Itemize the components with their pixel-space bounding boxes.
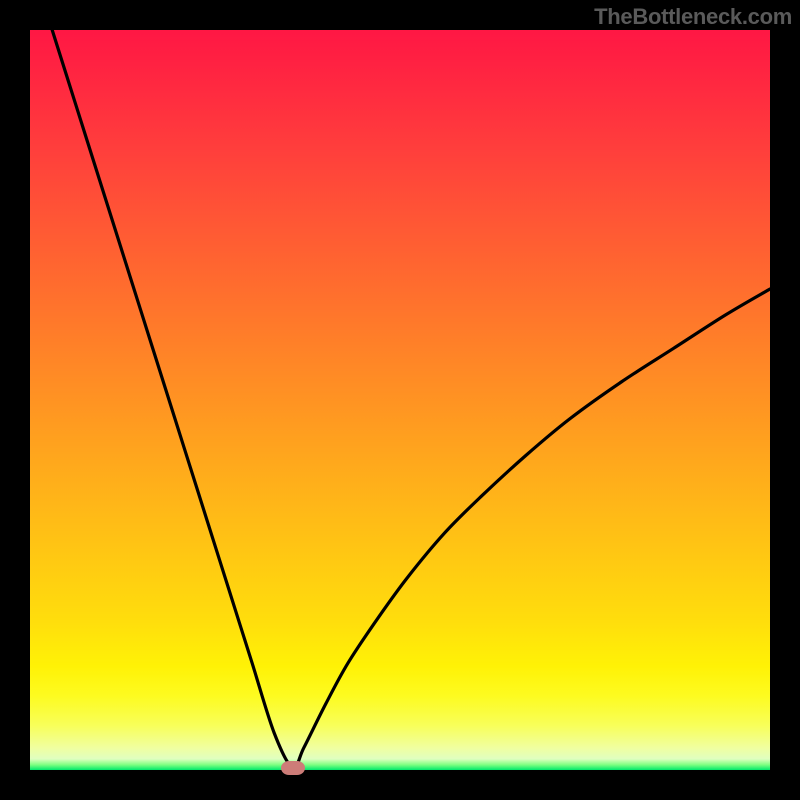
attribution-text: TheBottleneck.com bbox=[594, 4, 792, 30]
chart-container: TheBottleneck.com bbox=[0, 0, 800, 800]
plot-background-gradient bbox=[30, 30, 770, 770]
optimum-marker bbox=[281, 761, 305, 775]
plot-frame bbox=[30, 30, 770, 770]
